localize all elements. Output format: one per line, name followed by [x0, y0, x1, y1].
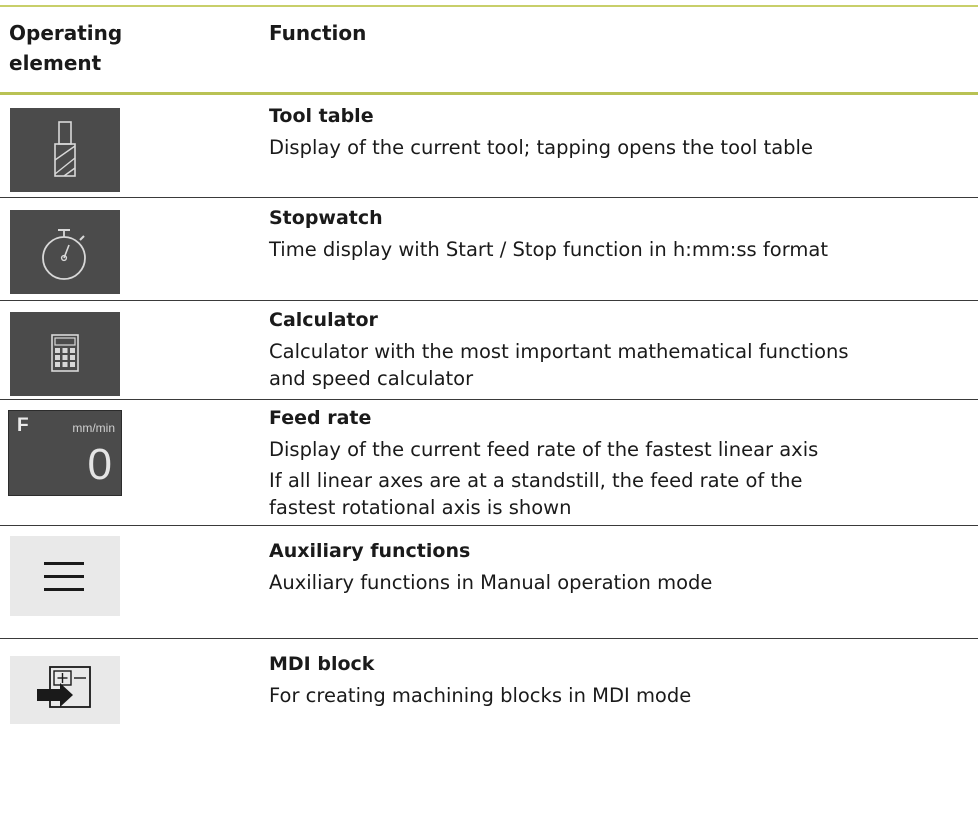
row-title-tool-table: Tool table: [269, 105, 374, 127]
row-desc-auxiliary-functions: Auxiliary functions in Manual operation …: [269, 571, 713, 594]
row-desc-mdi-block: For creating machining blocks in MDI mod…: [269, 684, 692, 707]
row-title-mdi-block: MDI block: [269, 653, 375, 675]
row-divider: [0, 525, 978, 526]
row-desc-feed-rate-3: fastest rotational axis is shown: [269, 496, 572, 519]
row-title-calculator: Calculator: [269, 309, 378, 331]
table-top-rule: [0, 5, 978, 7]
calculator-icon[interactable]: [10, 312, 120, 396]
feed-unit: mm/min: [72, 421, 115, 435]
column-header-operating-element: Operating element: [9, 21, 123, 75]
menu-icon[interactable]: [10, 536, 120, 616]
row-title-auxiliary-functions: Auxiliary functions: [269, 540, 471, 562]
row-desc-feed-rate-1: Display of the current feed rate of the …: [269, 438, 819, 461]
row-divider: [0, 300, 978, 301]
row-divider: [0, 399, 978, 400]
row-divider: [0, 638, 978, 639]
row-desc-tool-table: Display of the current tool; tapping ope…: [269, 136, 813, 159]
feed-rate-display[interactable]: F mm/min 0: [8, 410, 122, 496]
stopwatch-icon[interactable]: [10, 210, 120, 294]
row-title-stopwatch: Stopwatch: [269, 207, 383, 229]
feed-letter: F: [17, 415, 29, 436]
row-divider: [0, 197, 978, 198]
row-desc-feed-rate-2: If all linear axes are at a standstill, …: [269, 469, 803, 492]
mdi-block-icon[interactable]: [10, 656, 120, 724]
feed-value: 0: [87, 440, 112, 489]
row-desc-stopwatch: Time display with Start / Stop function …: [269, 238, 828, 261]
row-desc-calculator-1: Calculator with the most important mathe…: [269, 340, 849, 363]
row-title-feed-rate: Feed rate: [269, 407, 372, 429]
header-rule: [0, 92, 978, 95]
tool-table-icon[interactable]: [10, 108, 120, 192]
column-header-function: Function: [269, 21, 367, 45]
row-desc-calculator-2: and speed calculator: [269, 367, 474, 390]
